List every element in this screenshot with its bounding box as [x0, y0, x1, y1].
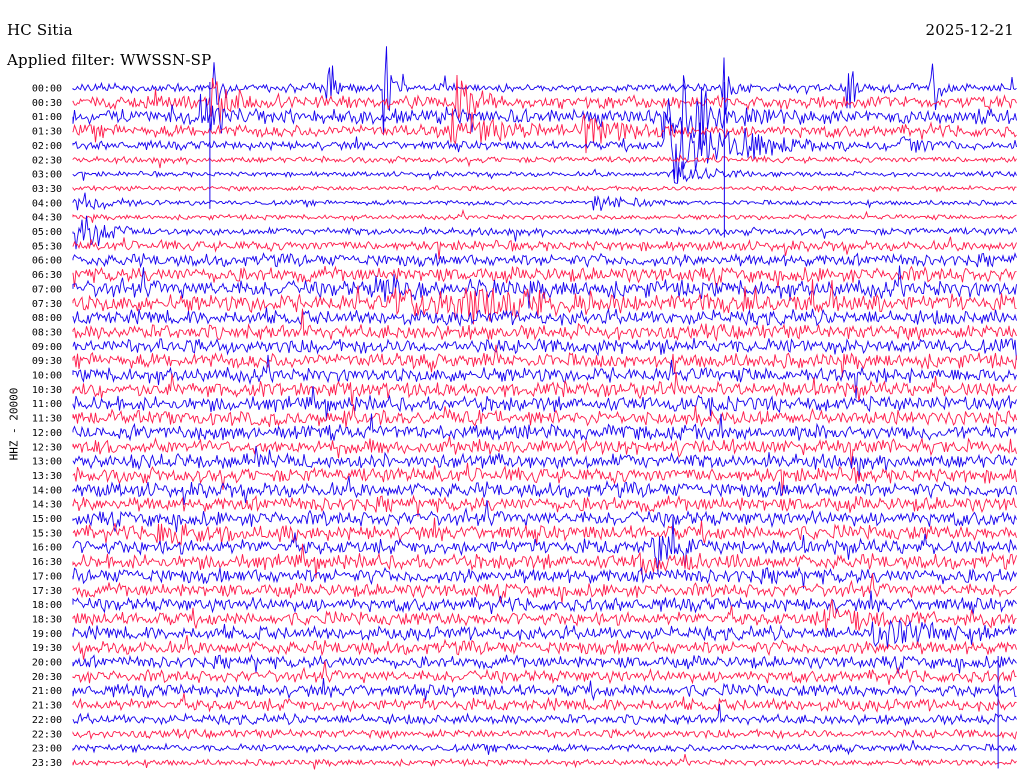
trace-line [72, 653, 1017, 675]
helicorder-plot: 00:00 00:30 01:00 01:30 02:00 02:30 03:00 03:30… [32, 46, 1017, 770]
row-time-label: 21:00 [32, 686, 62, 697]
row-time-label: 07:30 [32, 299, 62, 310]
trace-line [72, 184, 1017, 193]
trace-line [72, 113, 1017, 184]
trace-line [72, 677, 1017, 702]
row-time-label: 13:00 [32, 457, 62, 468]
row-time-label: 02:30 [32, 155, 62, 166]
row-time-label: 16:30 [32, 557, 62, 568]
trace-line [72, 108, 1017, 154]
row-time-label: 06:30 [32, 270, 62, 281]
row-time-label: 09:30 [32, 356, 62, 367]
row-time-label: 16:00 [32, 543, 62, 554]
row-time-label: 05:30 [32, 241, 62, 252]
row-time-label: 10:30 [32, 385, 62, 396]
row-time-label: 19:30 [32, 643, 62, 654]
row-time-label: 17:00 [32, 571, 62, 582]
trace-line [72, 566, 1017, 589]
row-time-label: 00:00 [32, 84, 62, 95]
row-time-label: 19:00 [32, 629, 62, 640]
row-time-label: 23:00 [32, 744, 62, 755]
row-time-label: 20:30 [32, 672, 62, 683]
row-time-label: 02:00 [32, 141, 62, 152]
row-time-label: 23:30 [32, 758, 62, 769]
trace-line [72, 208, 1017, 223]
trace-line [72, 152, 1017, 169]
row-time-label: 15:30 [32, 528, 62, 539]
row-time-label: 10:00 [32, 371, 62, 382]
row-time-label: 11:00 [32, 399, 62, 410]
row-time-label: 21:30 [32, 701, 62, 712]
trace-line [72, 265, 1017, 289]
row-time-label: 13:30 [32, 471, 62, 482]
trace-line [72, 462, 1017, 496]
row-time-label: 14:00 [32, 485, 62, 496]
trace-line [72, 727, 1017, 741]
row-time-label: 22:00 [32, 715, 62, 726]
row-time-label: 20:00 [32, 658, 62, 669]
row-time-label: 08:30 [32, 327, 62, 338]
row-time-label: 12:30 [32, 442, 62, 453]
row-time-label: 03:30 [32, 184, 62, 195]
row-time-label: 04:00 [32, 198, 62, 209]
row-time-label: 12:00 [32, 428, 62, 439]
row-time-label: 18:30 [32, 614, 62, 625]
trace-line [72, 692, 1017, 713]
trace-line [72, 236, 1017, 260]
row-time-label: 14:30 [32, 500, 62, 511]
row-time-label: 09:00 [32, 342, 62, 353]
trace-line [72, 635, 1017, 660]
trace-line [72, 371, 1017, 406]
trace-line [72, 307, 1017, 327]
trace-line [72, 517, 1017, 546]
row-time-label: 00:30 [32, 98, 62, 109]
row-time-label: 07:00 [32, 284, 62, 295]
row-time-label: 22:30 [32, 729, 62, 740]
row-time-label: 18:00 [32, 600, 62, 611]
trace-line [72, 252, 1017, 269]
trace-line [72, 494, 1017, 517]
row-time-label: 08:00 [32, 313, 62, 324]
row-time-label: 17:30 [32, 586, 62, 597]
row-time-label: 03:00 [32, 170, 62, 181]
trace-line [72, 192, 1017, 211]
row-time-label: 11:30 [32, 414, 62, 425]
row-time-label: 05:00 [32, 227, 62, 238]
row-time-label: 01:00 [32, 112, 62, 123]
row-time-label: 04:30 [32, 213, 62, 224]
trace-line [72, 740, 1017, 756]
trace-line [72, 75, 1017, 150]
row-time-label: 01:30 [32, 127, 62, 138]
row-time-label: 06:00 [32, 256, 62, 267]
trace-line [72, 590, 1017, 616]
trace-line [72, 753, 1017, 770]
row-time-label: 15:00 [32, 514, 62, 525]
trace-line [72, 161, 1017, 184]
